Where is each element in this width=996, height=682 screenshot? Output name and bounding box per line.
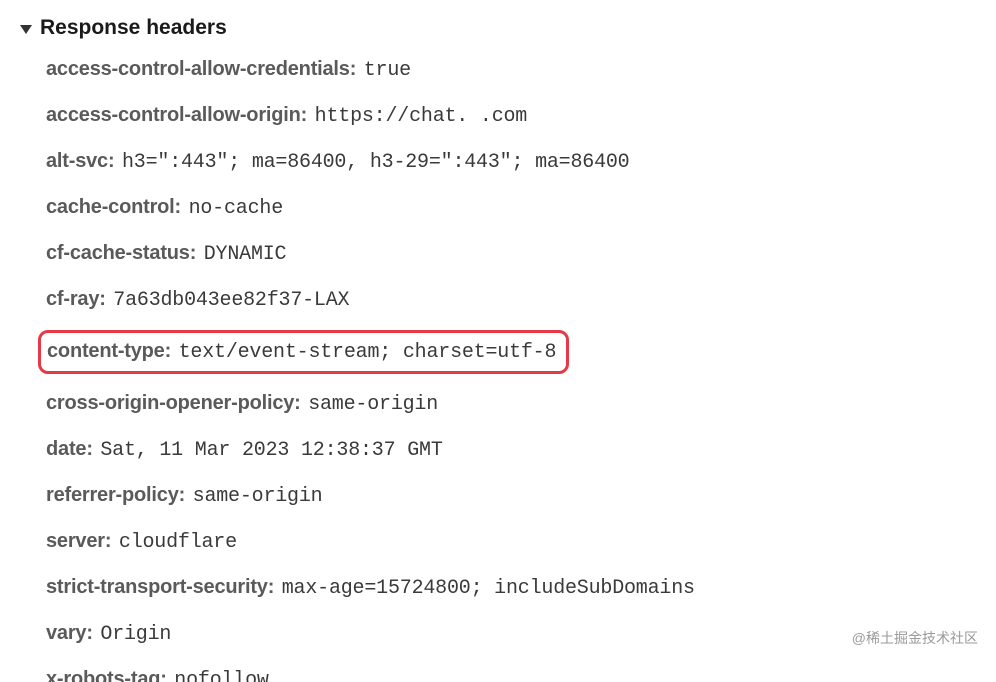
section-title-text: Response headers (40, 16, 227, 40)
header-row: server: cloudflare (46, 526, 976, 558)
header-name: cache-control: (46, 196, 181, 218)
header-row: date: Sat, 11 Mar 2023 12:38:37 GMT (46, 434, 976, 466)
header-row: cf-ray: 7a63db043ee82f37-LAX (46, 284, 976, 316)
headers-list: access-control-allow-credentials: true a… (20, 54, 976, 682)
header-value: max-age=15724800; includeSubDomains (282, 577, 695, 600)
header-name: alt-svc: (46, 150, 114, 172)
watermark-text: @稀土掘金技术社区 (852, 628, 978, 648)
header-row: strict-transport-security: max-age=15724… (46, 572, 976, 604)
header-row: referrer-policy: same-origin (46, 480, 976, 512)
header-name: x-robots-tag: (46, 668, 167, 682)
header-name: cf-ray: (46, 288, 106, 310)
response-headers-section-toggle[interactable]: Response headers (20, 16, 976, 40)
header-name: strict-transport-security: (46, 576, 274, 598)
header-value: text/event-stream; charset=utf-8 (179, 341, 557, 364)
header-row: x-robots-tag: nofollow (46, 664, 976, 682)
header-name: cf-cache-status: (46, 242, 196, 264)
header-row: access-control-allow-credentials: true (46, 54, 976, 86)
header-row: vary: Origin (46, 618, 976, 650)
header-row: access-control-allow-origin: https://cha… (46, 100, 976, 132)
header-row: cross-origin-opener-policy: same-origin (46, 388, 976, 420)
chevron-down-icon (20, 25, 32, 34)
header-value: Sat, 11 Mar 2023 12:38:37 GMT (100, 439, 442, 462)
header-value: cloudflare (119, 531, 237, 554)
header-name: server: (46, 530, 111, 552)
header-value: DYNAMIC (204, 243, 287, 266)
header-row: cache-control: no-cache (46, 192, 976, 224)
header-value: nofollow (174, 669, 268, 682)
header-name: referrer-policy: (46, 484, 185, 506)
header-value: https://chat. .com (315, 105, 527, 128)
header-name: content-type: (47, 340, 171, 362)
header-value: no-cache (189, 197, 283, 220)
header-value: same-origin (308, 393, 438, 416)
header-row-highlighted: content-type: text/event-stream; charset… (46, 330, 976, 374)
header-row: cf-cache-status: DYNAMIC (46, 238, 976, 270)
header-name: access-control-allow-credentials: (46, 58, 356, 80)
highlight-box: content-type: text/event-stream; charset… (38, 330, 569, 374)
header-name: date: (46, 438, 93, 460)
header-name: access-control-allow-origin: (46, 104, 307, 126)
header-value: same-origin (193, 485, 323, 508)
header-name: vary: (46, 622, 93, 644)
header-row: alt-svc: h3=":443"; ma=86400, h3-29=":44… (46, 146, 976, 178)
header-value: true (364, 59, 411, 82)
header-value: 7a63db043ee82f37-LAX (113, 289, 349, 312)
header-value: h3=":443"; ma=86400, h3-29=":443"; ma=86… (122, 151, 629, 174)
header-name: cross-origin-opener-policy: (46, 392, 301, 414)
header-value: Origin (100, 623, 171, 646)
